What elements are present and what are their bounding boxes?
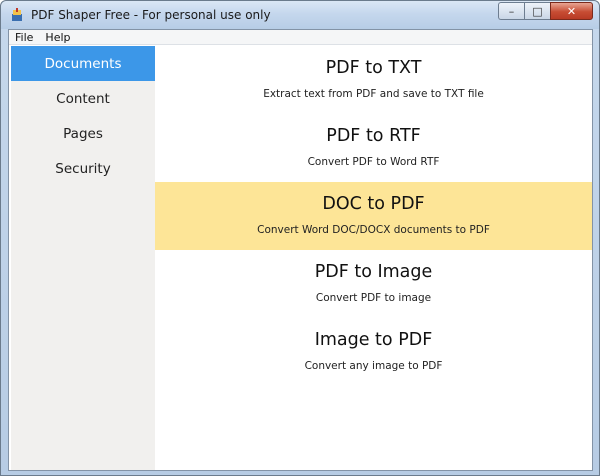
menu-bar: File Help xyxy=(9,30,592,45)
tool-title: PDF to TXT xyxy=(325,58,422,78)
tool-image-to-pdf[interactable]: Image to PDF Convert any image to PDF xyxy=(155,318,592,386)
tool-pdf-to-txt[interactable]: PDF to TXT Extract text from PDF and sav… xyxy=(155,46,592,114)
tool-doc-to-pdf[interactable]: DOC to PDF Convert Word DOC/DOCX documen… xyxy=(155,182,592,250)
title-bar[interactable]: PDF Shaper Free - For personal use only … xyxy=(1,1,599,29)
app-window: PDF Shaper Free - For personal use only … xyxy=(0,0,600,476)
tool-description: Convert Word DOC/DOCX documents to PDF xyxy=(257,224,490,236)
sidebar-item-security[interactable]: Security xyxy=(11,151,155,186)
tool-description: Extract text from PDF and save to TXT fi… xyxy=(263,88,484,100)
tool-description: Convert PDF to image xyxy=(315,292,432,304)
tool-description: Convert PDF to Word RTF xyxy=(307,156,440,168)
tools-panel: PDF to TXT Extract text from PDF and sav… xyxy=(155,46,592,470)
window-controls: – □ ✕ xyxy=(498,2,593,21)
sidebar-item-documents[interactable]: Documents xyxy=(11,46,155,81)
tool-title: PDF to RTF xyxy=(326,126,421,146)
sidebar: Documents Content Pages Security xyxy=(11,46,155,470)
tool-title: Image to PDF xyxy=(314,330,433,350)
tool-pdf-to-image[interactable]: PDF to Image Convert PDF to image xyxy=(155,250,592,318)
maximize-button[interactable]: □ xyxy=(524,2,550,20)
menu-file[interactable]: File xyxy=(9,30,39,45)
menu-help[interactable]: Help xyxy=(39,30,76,45)
app-logo-icon xyxy=(12,8,22,21)
tool-description: Convert any image to PDF xyxy=(304,360,443,372)
window-title: PDF Shaper Free - For personal use only xyxy=(31,8,271,22)
close-button[interactable]: ✕ xyxy=(550,2,593,20)
tool-title: PDF to Image xyxy=(314,262,433,282)
sidebar-item-pages[interactable]: Pages xyxy=(11,116,155,151)
client-area: File Help Documents Content Pages Securi… xyxy=(8,29,593,471)
tool-pdf-to-rtf[interactable]: PDF to RTF Convert PDF to Word RTF xyxy=(155,114,592,182)
tool-title: DOC to PDF xyxy=(322,194,425,214)
sidebar-item-content[interactable]: Content xyxy=(11,81,155,116)
minimize-button[interactable]: – xyxy=(498,2,524,20)
